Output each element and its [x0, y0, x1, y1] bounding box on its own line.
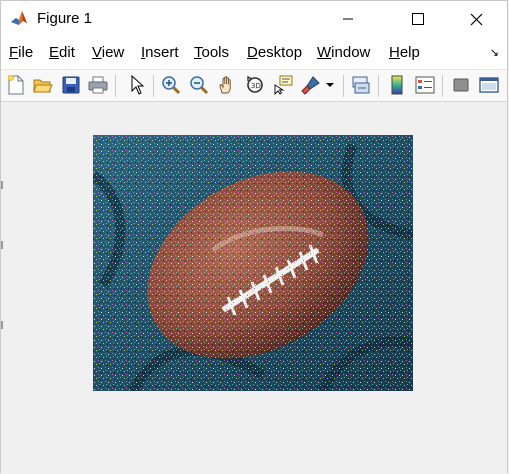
hide-plot-tools-button[interactable] — [450, 74, 472, 96]
menu-view[interactable]: View — [92, 44, 124, 62]
open-file-button[interactable] — [32, 74, 54, 96]
edit-plot-button[interactable] — [126, 74, 148, 96]
menu-window[interactable]: Window — [317, 44, 370, 62]
save-button[interactable] — [60, 74, 82, 96]
brush-dropdown-button[interactable] — [324, 74, 336, 96]
figure-window: Figure 1 File Edit View Insert Tools Des… — [0, 0, 508, 474]
edit-plot-arrow-icon — [131, 75, 144, 95]
close-icon — [470, 13, 482, 25]
toolbar-separator — [153, 75, 154, 97]
zoom-out-icon — [190, 76, 209, 95]
menu-edit[interactable]: Edit — [49, 44, 75, 62]
pan-hand-icon — [219, 76, 231, 94]
zoom-in-button[interactable] — [160, 74, 182, 96]
menu-insert[interactable]: Insert — [141, 44, 179, 62]
insert-legend-button[interactable] — [414, 74, 436, 96]
menu-file[interactable]: File — [9, 44, 33, 62]
window-title: Figure 1 — [37, 10, 93, 27]
pan-button[interactable] — [216, 74, 238, 96]
title-bar[interactable]: Figure 1 — [1, 1, 507, 37]
open-file-icon — [33, 79, 53, 93]
football-image[interactable] — [93, 135, 413, 391]
toolbar-separator — [343, 75, 344, 97]
brush-icon — [301, 76, 320, 95]
hide-plot-tools-icon — [453, 78, 469, 92]
menu-tools[interactable]: Tools — [194, 44, 229, 62]
menu-desktop[interactable]: Desktop — [247, 44, 302, 62]
show-plot-tools-icon — [479, 77, 499, 93]
brush-button[interactable] — [300, 74, 322, 96]
brush-dropdown-icon — [326, 83, 334, 87]
rotate-3d-icon: 3D — [247, 75, 263, 93]
close-button[interactable] — [453, 1, 499, 37]
insert-colorbar-icon — [391, 75, 403, 95]
new-figure-icon — [8, 75, 24, 95]
matlab-logo-icon — [10, 9, 28, 27]
toolbar-separator — [442, 75, 443, 97]
maximize-button[interactable] — [395, 1, 441, 37]
show-plot-tools-button[interactable] — [478, 74, 500, 96]
print-button[interactable] — [87, 74, 109, 96]
rotate-3d-button[interactable]: 3D — [244, 74, 266, 96]
toolbar-separator — [115, 75, 116, 97]
dock-arrow-icon[interactable]: ↘ — [490, 47, 499, 59]
new-figure-button[interactable] — [5, 74, 27, 96]
data-cursor-icon — [274, 75, 293, 95]
menu-help[interactable]: Help — [389, 44, 420, 62]
minimize-button[interactable] — [325, 1, 371, 37]
save-icon — [62, 76, 80, 94]
link-plot-button[interactable] — [350, 74, 372, 96]
figure-toolbar: 3D — [1, 70, 507, 102]
menu-bar: File Edit View Insert Tools Desktop Wind… — [1, 37, 507, 70]
zoom-in-icon — [162, 76, 181, 95]
insert-colorbar-button[interactable] — [386, 74, 408, 96]
maximize-icon — [412, 13, 424, 25]
toolbar-separator — [378, 75, 379, 97]
insert-legend-icon — [415, 76, 435, 94]
print-icon — [88, 76, 108, 94]
minimize-icon — [343, 18, 353, 20]
salt-pepper-noise — [93, 135, 413, 391]
window-edge-marks — [1, 181, 3, 329]
link-plot-icon — [352, 76, 370, 94]
zoom-out-button[interactable] — [188, 74, 210, 96]
svg-text:3D: 3D — [251, 82, 261, 90]
data-cursor-button[interactable] — [272, 74, 294, 96]
